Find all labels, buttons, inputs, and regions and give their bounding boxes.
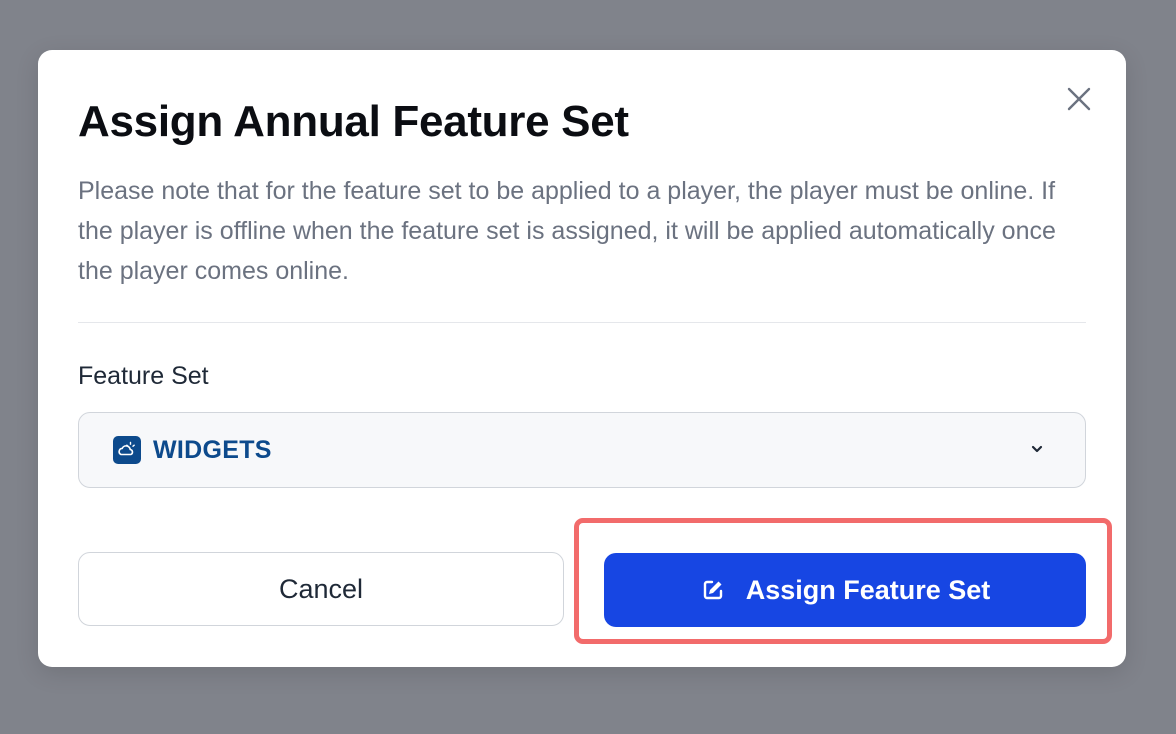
edit-icon bbox=[700, 577, 726, 603]
feature-set-select[interactable]: WIDGETS bbox=[78, 412, 1086, 488]
assign-feature-set-dialog: Assign Annual Feature Set Please note th… bbox=[38, 50, 1126, 667]
cancel-button[interactable]: Cancel bbox=[78, 552, 564, 626]
divider bbox=[78, 322, 1086, 323]
feature-set-label: Feature Set bbox=[78, 362, 209, 390]
dialog-note: Please note that for the feature set to … bbox=[78, 177, 1056, 285]
chevron-down-icon bbox=[1029, 441, 1045, 457]
assign-feature-set-button-label: Assign Feature Set bbox=[745, 574, 991, 605]
widget-weather-icon bbox=[113, 436, 141, 464]
close-icon bbox=[1067, 87, 1091, 111]
cancel-button-label: Cancel bbox=[278, 573, 364, 604]
close-button[interactable] bbox=[1064, 84, 1094, 114]
assign-feature-set-button[interactable]: Assign Feature Set bbox=[604, 553, 1086, 627]
dialog-title: Assign Annual Feature Set bbox=[78, 97, 629, 146]
feature-set-selected-value: WIDGETS bbox=[153, 435, 272, 464]
